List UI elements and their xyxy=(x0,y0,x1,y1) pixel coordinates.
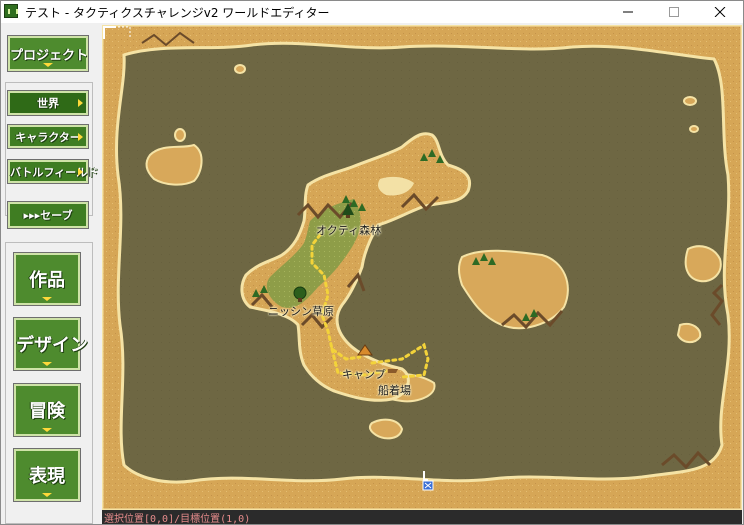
nav-item-label: 世界 xyxy=(37,97,59,110)
maximize-button[interactable] xyxy=(651,1,697,23)
status-bar: 選択位置[0,0]/目標位置(1,0) xyxy=(102,510,742,525)
world-map-canvas[interactable] xyxy=(102,25,742,510)
mode-button-label: 冒険 xyxy=(29,401,65,422)
mode-button-label: 作品 xyxy=(29,270,65,291)
nav-item-battlefield[interactable]: バトルフィールド xyxy=(7,159,99,184)
arrow-right-icon xyxy=(78,132,83,141)
arrow-right-icon xyxy=(78,99,83,107)
window-title: テスト - タクティクスチャレンジv2 ワールドエディター xyxy=(25,6,330,20)
close-button[interactable] xyxy=(697,1,743,23)
nav-item-world[interactable]: 世界 xyxy=(7,90,89,116)
mode-button-design[interactable]: デザイン xyxy=(13,317,88,371)
chevron-down-icon xyxy=(42,493,52,497)
maximize-icon xyxy=(669,7,679,17)
save-button-label: ▸▸▸セーブ xyxy=(23,209,73,222)
map-label[interactable]: ニッシン草原 xyxy=(268,303,334,319)
map-label[interactable]: オクティ森林 xyxy=(316,222,381,238)
chevron-down-icon xyxy=(42,428,52,432)
map-cursor-icon xyxy=(422,471,434,491)
chevron-down-icon xyxy=(42,297,52,301)
world-map[interactable]: オクティ森林 ニッシン草原 キャンプ 船着場 xyxy=(102,25,742,510)
mode-button-label: デザイン xyxy=(16,335,88,356)
project-button[interactable]: プロジェクト xyxy=(7,35,89,72)
project-button-label: プロジェクト xyxy=(10,48,89,63)
status-text: 選択位置[0,0]/目標位置(1,0) xyxy=(104,514,251,525)
minimize-icon xyxy=(623,11,633,13)
sidebar: プロジェクト 世界 キャラクター バトルフィールド ▸▸▸セーブ 作品 デザイン xyxy=(1,23,101,524)
mode-button-adventure[interactable]: 冒険 xyxy=(13,383,81,437)
nav-item-label: バトルフィールド xyxy=(10,165,99,179)
mode-button-work[interactable]: 作品 xyxy=(13,252,81,306)
arrow-right-icon xyxy=(78,167,83,176)
map-label[interactable]: 船着場 xyxy=(378,382,411,398)
editor-window: テスト - タクティクスチャレンジv2 ワールドエディター プロジェクト 世界 … xyxy=(0,0,744,525)
minimize-button[interactable] xyxy=(605,1,651,23)
chevron-down-icon xyxy=(43,63,53,67)
mode-button-expression[interactable]: 表現 xyxy=(13,448,81,502)
mode-button-label: 表現 xyxy=(29,466,65,487)
map-label[interactable]: キャンプ xyxy=(342,366,386,382)
chevron-down-icon xyxy=(42,362,52,366)
nav-item-character[interactable]: キャラクター xyxy=(7,124,89,149)
title-bar: テスト - タクティクスチャレンジv2 ワールドエディター xyxy=(1,1,743,23)
nav-item-label: キャラクター xyxy=(15,130,81,144)
app-icon xyxy=(4,4,18,18)
save-button[interactable]: ▸▸▸セーブ xyxy=(7,201,89,229)
close-icon xyxy=(714,7,726,17)
